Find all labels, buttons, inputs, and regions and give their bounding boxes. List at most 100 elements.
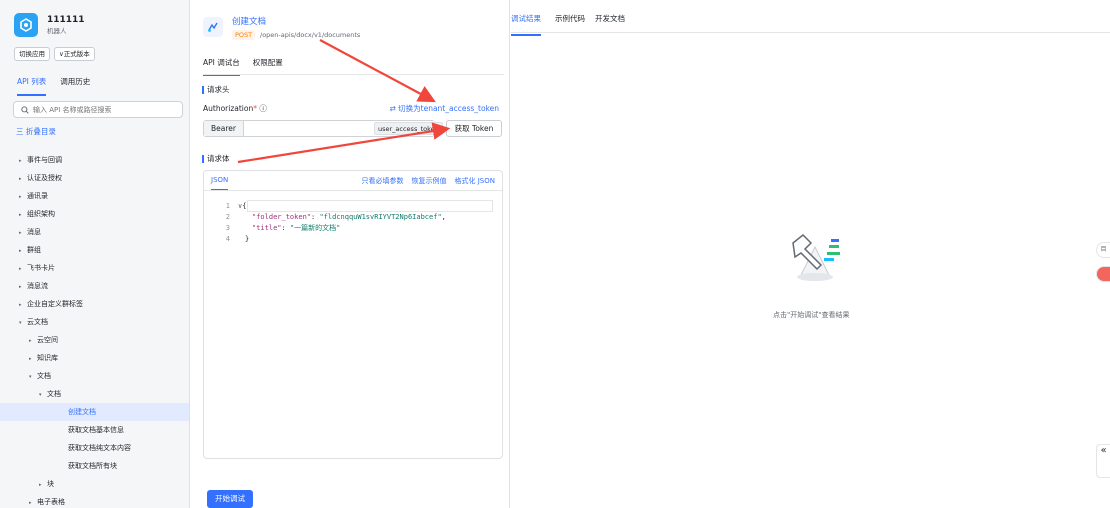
format-json-button[interactable]: 格式化 JSON [455, 176, 495, 186]
sidebar-item[interactable]: ▾ 文档 [0, 385, 189, 403]
sidebar-item-label: 通讯录 [27, 192, 48, 200]
result-panel: 调试结果 示例代码 开发文档 点击"开始调试"查看结果 目 « [511, 0, 1110, 508]
tab-debug-result[interactable]: 调试结果 [511, 13, 541, 36]
sidebar-item[interactable]: ▸ 块 [0, 475, 189, 493]
api-debug-panel: 创建文档 POST /open-apis/docx/v1/documents A… [190, 0, 510, 508]
sidebar-item-label: 消息流 [27, 282, 48, 290]
version-select[interactable]: ∨正式版本 [54, 47, 95, 61]
sidebar-item[interactable]: ▸ 消息 [0, 223, 189, 241]
sidebar-item[interactable]: ▸ 知识库 [0, 349, 189, 367]
authorization-label: Authorization* ⓘ [203, 103, 267, 114]
sidebar-item-label: 消息 [27, 228, 41, 236]
api-title[interactable]: 创建文档 [232, 15, 266, 27]
sidebar-item[interactable]: ▸ 企业自定义群标签 [0, 295, 189, 313]
sidebar-item[interactable]: 获取文档基本信息 [0, 421, 189, 439]
sidebar-item[interactable]: ▾ 文档 [0, 367, 189, 385]
caret-right-icon: ▸ [19, 302, 22, 308]
request-body-editor[interactable]: JSON 只看必填参数 恢复示例值 格式化 JSON 1 ∨{ 2 "folder_… [203, 170, 503, 459]
api-tree: ▸ 事件与回调 ▸ 认证及授权 ▸ 通讯录 ▸ 组织架构 ▸ 消息 ▸ 群组 ▸ 飞书卡片 ▸ 消息流 ▸ 企业自… [0, 151, 189, 508]
caret-right-icon: ▸ [19, 176, 22, 182]
sidebar-item[interactable]: ▸ 消息流 [0, 277, 189, 295]
sidebar-item[interactable]: 获取文档所有块 [0, 457, 189, 475]
sidebar-item-label: 文档 [37, 372, 51, 380]
request-body-title: 请求体 [202, 155, 230, 163]
start-debug-button[interactable]: 开始调试 [207, 490, 253, 508]
caret-right-icon: ▸ [19, 230, 22, 236]
api-sidebar: 111111 机器人 切换应用 ∨正式版本 API 列表 调用历史 三 折叠目录… [0, 0, 190, 508]
get-token-button[interactable]: 获取 Token [446, 120, 502, 137]
required-only-button[interactable]: 只看必填参数 [362, 176, 404, 186]
switch-token-link[interactable]: ⇄ 切换为tenant_access_token [389, 103, 499, 114]
caret-right-icon: ▸ [29, 500, 32, 506]
sidebar-item[interactable]: 获取文档纯文本内容 [0, 439, 189, 457]
sidebar-item[interactable]: ▸ 认证及授权 [0, 169, 189, 187]
required-mark: * [253, 104, 257, 113]
code-text: { [242, 202, 247, 210]
sidebar-item-label: 块 [47, 480, 54, 488]
empty-state-illustration [775, 225, 855, 287]
sidebar-item-label: 认证及授权 [27, 174, 62, 182]
caret-down-icon: ▾ [29, 374, 32, 380]
sidebar-item-label: 获取文档纯文本内容 [68, 444, 131, 452]
sidebar-item-label: 企业自定义群标签 [27, 300, 83, 308]
sidebar-item-label: 群组 [27, 246, 41, 254]
restore-example-button[interactable]: 恢复示例值 [412, 176, 447, 186]
float-tool-button[interactable]: 目 [1096, 242, 1110, 258]
search-icon [21, 105, 29, 114]
tab-api-list[interactable]: API 列表 [17, 76, 47, 96]
sidebar-item[interactable]: ▸ 事件与回调 [0, 151, 189, 169]
code-text: } [245, 235, 250, 243]
auth-label-text: Authorization [203, 104, 254, 113]
code-line: 4} [204, 234, 502, 245]
caret-right-icon: ▸ [39, 482, 42, 488]
sidebar-item[interactable]: 创建文档 [0, 403, 189, 421]
switch-app-button[interactable]: 切换应用 [14, 47, 50, 61]
sidebar-item[interactable]: ▸ 云空间 [0, 331, 189, 349]
tab-json[interactable]: JSON [211, 176, 229, 191]
app-name: 111111 [47, 14, 85, 25]
result-tabs: 调试结果 示例代码 开发文档 [511, 0, 1110, 36]
caret-right-icon: ▸ [19, 194, 22, 200]
sidebar-item[interactable]: ▸ 飞书卡片 [0, 259, 189, 277]
tab-dev-docs[interactable]: 开发文档 [595, 13, 625, 24]
search-input[interactable] [33, 105, 173, 114]
bearer-prefix: Bearer [204, 121, 244, 136]
app-role: 机器人 [47, 26, 67, 35]
sidebar-item[interactable]: ▸ 电子表格 [0, 493, 189, 508]
api-doc-icon [203, 17, 223, 37]
json-value: "一篇新的文档" [289, 224, 341, 232]
sidebar-item-label: 获取文档所有块 [68, 462, 117, 470]
sidebar-item-label: 云空间 [37, 336, 58, 344]
json-key: "folder_token" [252, 213, 312, 221]
sidebar-item-label: 飞书卡片 [27, 264, 55, 272]
code-line: 1 ∨{ [204, 200, 502, 212]
line-number: 2 [225, 213, 230, 221]
sidebar-item[interactable]: ▸ 通讯录 [0, 187, 189, 205]
code-area[interactable]: 1 ∨{ 2 "folder_token": "fldcnqquW1svRIYVT2… [204, 200, 502, 245]
sidebar-item[interactable]: ▾ 云文档 [0, 313, 189, 331]
tab-sample-code[interactable]: 示例代码 [555, 13, 585, 24]
app-logo-icon [14, 13, 38, 37]
json-value: "fldcnqquW1svRIYVT2Np6Iabcef" [319, 213, 442, 221]
code-punct: , [441, 213, 446, 221]
tab-call-history[interactable]: 调用历史 [60, 76, 90, 96]
caret-right-icon: ▸ [19, 248, 22, 254]
token-type-tag: user_access_token [374, 122, 443, 135]
api-search[interactable] [13, 101, 183, 118]
version-label: 正式版本 [63, 50, 90, 58]
app-header: 111111 机器人 [14, 13, 85, 37]
sidebar-item[interactable]: ▸ 组织架构 [0, 205, 189, 223]
assistant-icon[interactable] [1096, 266, 1110, 282]
current-line-highlight [247, 200, 493, 212]
code-line: 3 "title": "一篇新的文档" [204, 223, 502, 234]
sidebar-item-label: 创建文档 [68, 408, 96, 416]
sidebar-item[interactable]: ▸ 群组 [0, 241, 189, 259]
sidebar-item-label: 文档 [47, 390, 61, 398]
caret-down-icon: ▾ [39, 392, 42, 398]
sidebar-item-label: 电子表格 [37, 498, 65, 506]
body-divider [204, 190, 502, 191]
empty-state-text: 点击"开始调试"查看结果 [773, 311, 850, 319]
collapse-panel-button[interactable]: « [1096, 444, 1110, 478]
collapse-directory-button[interactable]: 三 折叠目录 [16, 126, 56, 137]
caret-right-icon: ▸ [19, 158, 22, 164]
